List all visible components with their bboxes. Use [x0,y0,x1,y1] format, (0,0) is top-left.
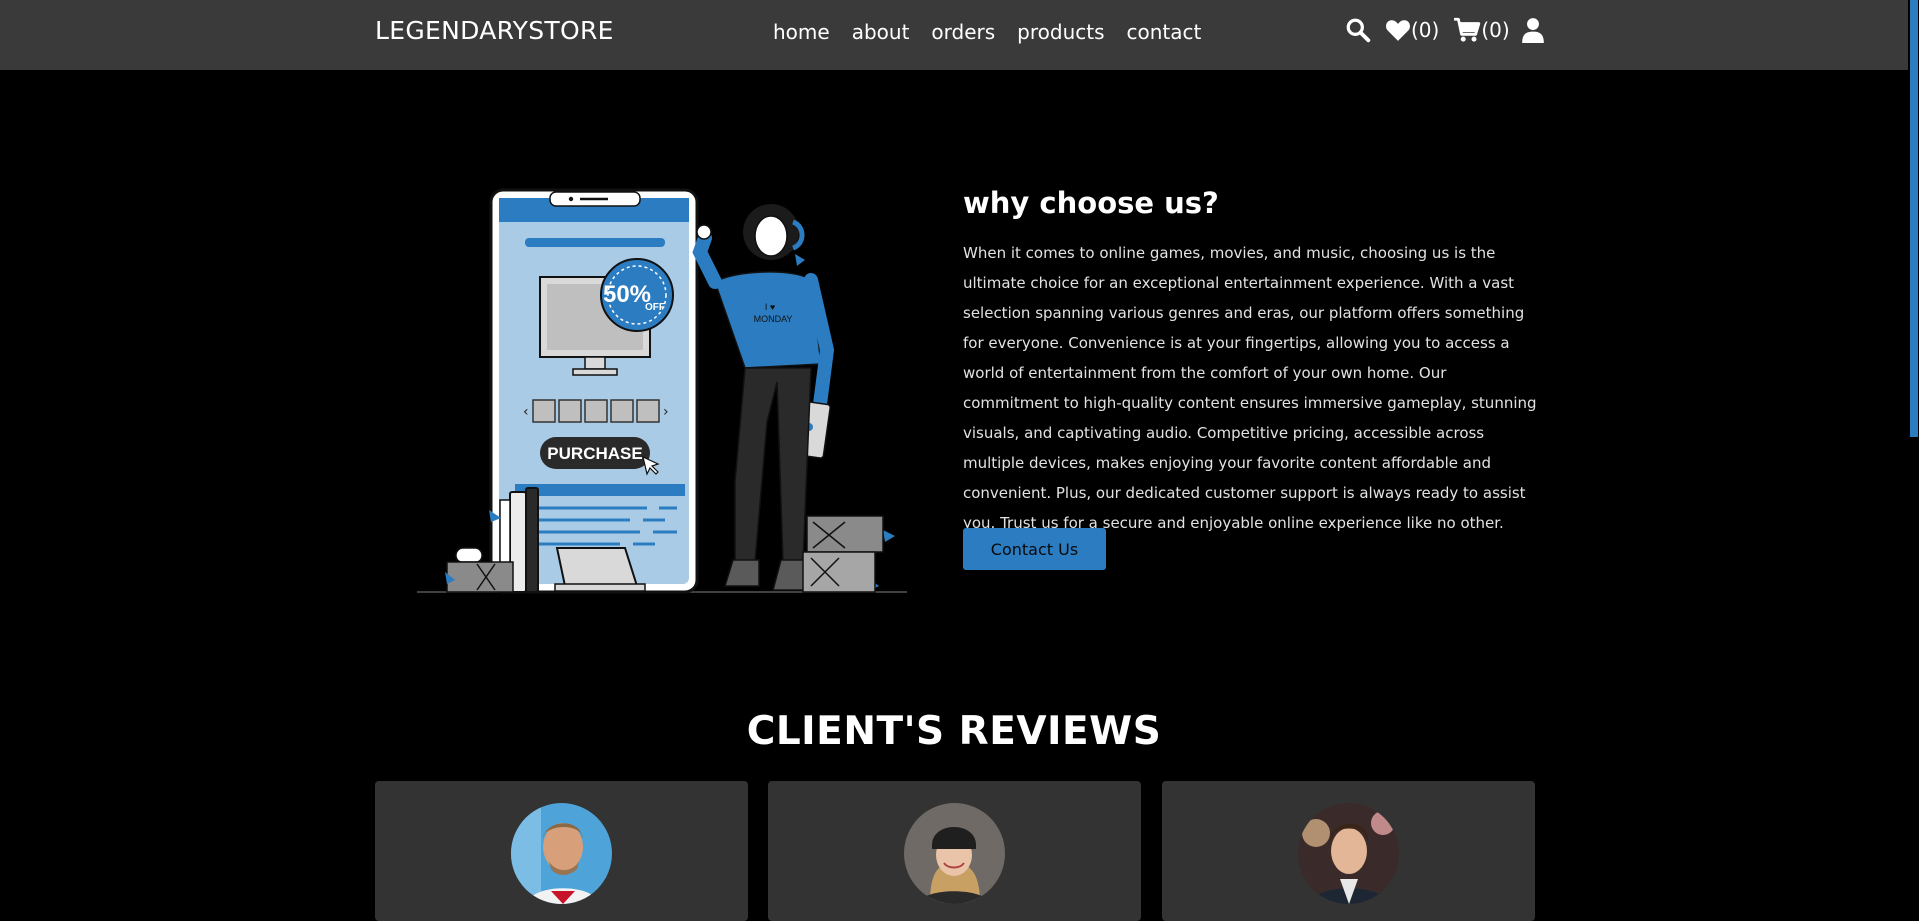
reviewer-photo-3 [1298,803,1399,904]
nav-contact[interactable]: contact [1127,20,1202,44]
review-card [1162,781,1535,921]
site-header: LEGENDARYSTORE home about orders product… [0,0,1908,70]
review-card [375,781,748,921]
cart-count: (0) [1481,18,1510,42]
search-icon [1346,18,1371,43]
shopping-illustration: 50% OFF ‹ › PURCHASE I ♥ MONDAY [417,188,907,594]
discount-badge-text: 50% [603,281,651,308]
shirt-text-line1: I ♥ [765,302,775,312]
nav-products[interactable]: products [1017,20,1104,44]
wishlist-button[interactable]: (0) [1385,18,1439,42]
scrollbar-thumb[interactable] [1910,0,1918,437]
main-nav: home about orders products contact [773,20,1201,44]
nav-home[interactable]: home [773,20,830,44]
header-actions: (0) (0) [1345,17,1544,43]
purchase-label: PURCHASE [547,444,642,463]
nav-orders[interactable]: orders [931,20,995,44]
svg-text:›: › [663,404,669,420]
wishlist-count: (0) [1411,18,1440,42]
reviewer-photo-2 [904,803,1005,904]
review-card [768,781,1141,921]
why-choose-us-heading: why choose us? [963,186,1219,220]
avatar [1298,803,1399,904]
why-choose-us-text: When it comes to online games, movies, a… [963,244,1537,532]
avatar [904,803,1005,904]
cart-button[interactable]: (0) [1453,17,1510,43]
svg-text:‹: ‹ [523,404,529,420]
search-button[interactable] [1345,17,1371,43]
contact-us-button[interactable]: Contact Us [963,528,1106,570]
user-icon [1521,18,1544,43]
nav-about[interactable]: about [852,20,910,44]
avatar [511,803,612,904]
brand-logo[interactable]: LEGENDARYSTORE [375,16,614,45]
shirt-text-line2: MONDAY [754,314,793,324]
reviews-heading: CLIENT'S REVIEWS [746,709,1162,754]
page-scrollbar[interactable] [1908,0,1919,914]
discount-badge-off: OFF [645,302,665,313]
reviewer-photo-1 [511,803,612,904]
account-button[interactable] [1521,17,1544,43]
cart-icon [1454,17,1481,42]
heart-icon [1386,20,1410,41]
